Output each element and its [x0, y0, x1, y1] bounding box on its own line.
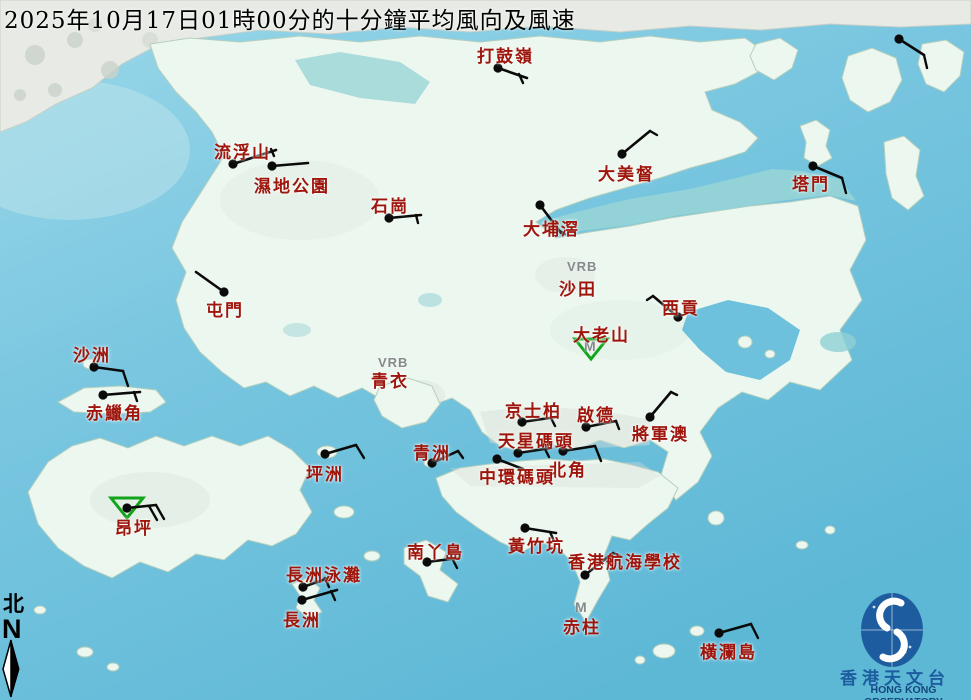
wind-barb-dot — [297, 595, 306, 604]
station-label: 橫瀾島 — [700, 638, 757, 663]
station-label: 打鼓嶺 — [477, 42, 534, 67]
station-label: 京士柏 — [505, 397, 562, 422]
station-label: 沙洲 — [73, 341, 111, 366]
station-label: 西貢 — [662, 294, 700, 319]
station-label: 天星碼頭 — [498, 427, 574, 452]
shing-mun-reservoir — [418, 293, 442, 307]
hong-kong-map — [0, 0, 971, 700]
wind-barb-dot — [535, 200, 544, 209]
station-label: 石崗 — [371, 192, 409, 217]
station-label: 大老山 — [573, 321, 630, 346]
station-label: 南丫島 — [407, 538, 464, 563]
station-label: 青衣 — [371, 367, 409, 392]
station-label: 青洲 — [413, 439, 451, 464]
vrb-marker: VRB — [567, 259, 597, 274]
station-label: 啟德 — [577, 401, 615, 426]
map-title: 2025年10月17日01時00分的十分鐘平均風向及風速 — [4, 1, 576, 35]
hko-logo-name-en: HONG KONG OBSERVATORY — [836, 684, 971, 700]
station-label: 香港航海學校 — [568, 548, 682, 573]
station-label: 赤鱲角 — [86, 399, 143, 424]
hko-logo — [861, 593, 923, 667]
wind-barb-dot — [714, 628, 723, 637]
north-indicator: 北 N — [1, 588, 25, 640]
high-island-reservoir — [820, 332, 856, 352]
station-label: 長洲泳灘 — [286, 561, 362, 586]
station-label: 將軍澳 — [632, 420, 689, 445]
station-label: 屯門 — [206, 296, 244, 321]
hko-wind-map: 2025年10月17日01時00分的十分鐘平均風向及風速 北 N 打鼓嶺流浮山濕… — [0, 0, 971, 700]
station-label: 黃竹坑 — [508, 532, 565, 557]
station-label: 流浮山 — [214, 138, 271, 163]
station-label: 長洲 — [283, 606, 321, 631]
tai-lam-reservoir — [283, 323, 311, 337]
station-label: 昂坪 — [115, 514, 153, 539]
wind-barb-dot — [320, 449, 329, 458]
station-label: 大美督 — [598, 160, 655, 185]
station-label: 塔門 — [792, 170, 830, 195]
station-label: 沙田 — [559, 275, 597, 300]
wind-barb-dot — [894, 34, 903, 43]
wind-barb-dot — [617, 149, 626, 158]
station-label: 赤柱 — [563, 613, 601, 638]
north-letter: N — [2, 618, 25, 640]
station-label: 中環碼頭 — [479, 463, 555, 488]
station-label: 坪洲 — [306, 460, 344, 485]
wind-barb-dot — [122, 503, 131, 512]
station-label: 濕地公園 — [254, 172, 330, 197]
station-label: 大埔滘 — [523, 215, 580, 240]
